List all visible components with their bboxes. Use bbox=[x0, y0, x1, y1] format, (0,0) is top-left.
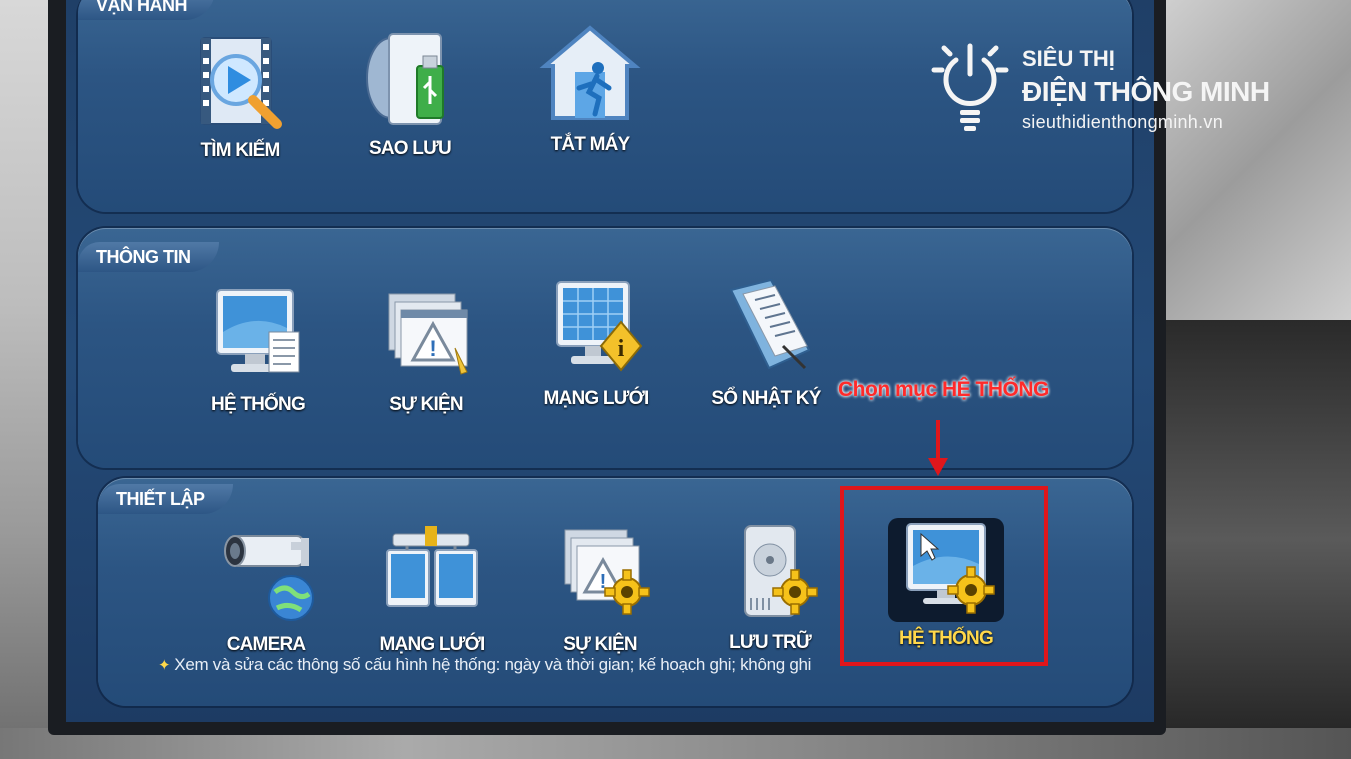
photo-background-right-bottom bbox=[1160, 320, 1351, 759]
search-video-icon bbox=[185, 28, 295, 138]
svg-text:i: i bbox=[618, 336, 625, 362]
menu-item-label: SỰ KIỆN bbox=[563, 634, 637, 655]
menu-item-label: SỔ NHẬT KÝ bbox=[711, 388, 821, 409]
svg-text:!: ! bbox=[429, 336, 436, 361]
menu-item-label: SAO LƯU bbox=[369, 138, 452, 159]
menu-item-setup-camera[interactable]: CAMERA bbox=[196, 522, 336, 656]
menu-item-label: TÌM KIẾM bbox=[200, 140, 280, 161]
menu-item-shutdown[interactable]: TẮT MÁY bbox=[520, 22, 660, 156]
camera-icon bbox=[211, 522, 321, 632]
menu-item-label: MẠNG LƯỚI bbox=[543, 388, 650, 409]
system-info-monitor-icon bbox=[203, 282, 313, 392]
storage-setup-icon bbox=[715, 520, 825, 630]
menu-item-info-log[interactable]: SỔ NHẬT KÝ bbox=[698, 276, 838, 410]
section-title: THÔNG TIN bbox=[78, 242, 219, 272]
menu-item-setup-event[interactable]: ! SỰ KIỆN bbox=[530, 522, 670, 656]
annotation-highlight-box bbox=[840, 486, 1048, 666]
menu-item-info-event[interactable]: ! SỰ KIỆN bbox=[356, 282, 496, 416]
menu-item-label: SỰ KIỆN bbox=[389, 394, 463, 415]
network-setup-icon bbox=[377, 522, 487, 632]
annotation-arrow-head-icon bbox=[928, 458, 948, 476]
watermark-line1: SIÊU THỊ bbox=[1022, 46, 1115, 71]
event-setup-icon: ! bbox=[545, 522, 655, 632]
log-book-icon bbox=[713, 276, 823, 386]
network-info-icon: i bbox=[541, 276, 651, 386]
menu-item-backup[interactable]: SAO LƯU bbox=[340, 26, 480, 160]
menu-item-label: LƯU TRỮ bbox=[729, 632, 812, 653]
watermark-url: sieuthidienthongminh.vn bbox=[1022, 112, 1224, 132]
hint-text-row: ✦ Xem và sửa các thông số cấu hình hệ thố… bbox=[158, 655, 811, 675]
annotation-arrow-line bbox=[936, 420, 940, 462]
menu-item-label: TẮT MÁY bbox=[550, 134, 631, 155]
shutdown-exit-icon bbox=[535, 22, 645, 132]
annotation-label: Chọn mục HỆ THỐNG bbox=[838, 378, 1049, 401]
menu-item-setup-storage[interactable]: LƯU TRỮ bbox=[700, 520, 840, 654]
menu-item-label: CAMERA bbox=[226, 634, 306, 655]
menu-item-search[interactable]: TÌM KIẾM bbox=[170, 28, 310, 162]
menu-item-label: MẠNG LƯỚI bbox=[379, 634, 486, 655]
event-warning-icon: ! bbox=[371, 282, 481, 392]
menu-item-setup-network[interactable]: MẠNG LƯỚI bbox=[362, 522, 502, 656]
photo-background-right-top bbox=[1160, 0, 1351, 320]
section-title: THIẾT LẬP bbox=[98, 484, 233, 514]
menu-item-label: HỆ THỐNG bbox=[211, 394, 306, 415]
menu-item-info-system[interactable]: HỆ THỐNG bbox=[188, 282, 328, 416]
lightbulb-icon: ✦ bbox=[158, 657, 171, 674]
watermark-line2: ĐIỆN THÔNG MINH bbox=[1022, 76, 1270, 107]
section-title: VẬN HÀNH bbox=[78, 0, 216, 20]
backup-usb-icon bbox=[355, 26, 465, 136]
lightbulb-power-logo-icon bbox=[931, 43, 1009, 131]
menu-item-info-network[interactable]: i MẠNG LƯỚI bbox=[526, 276, 666, 410]
hint-text: Xem và sửa các thông số cấu hình hệ thốn… bbox=[174, 655, 812, 674]
